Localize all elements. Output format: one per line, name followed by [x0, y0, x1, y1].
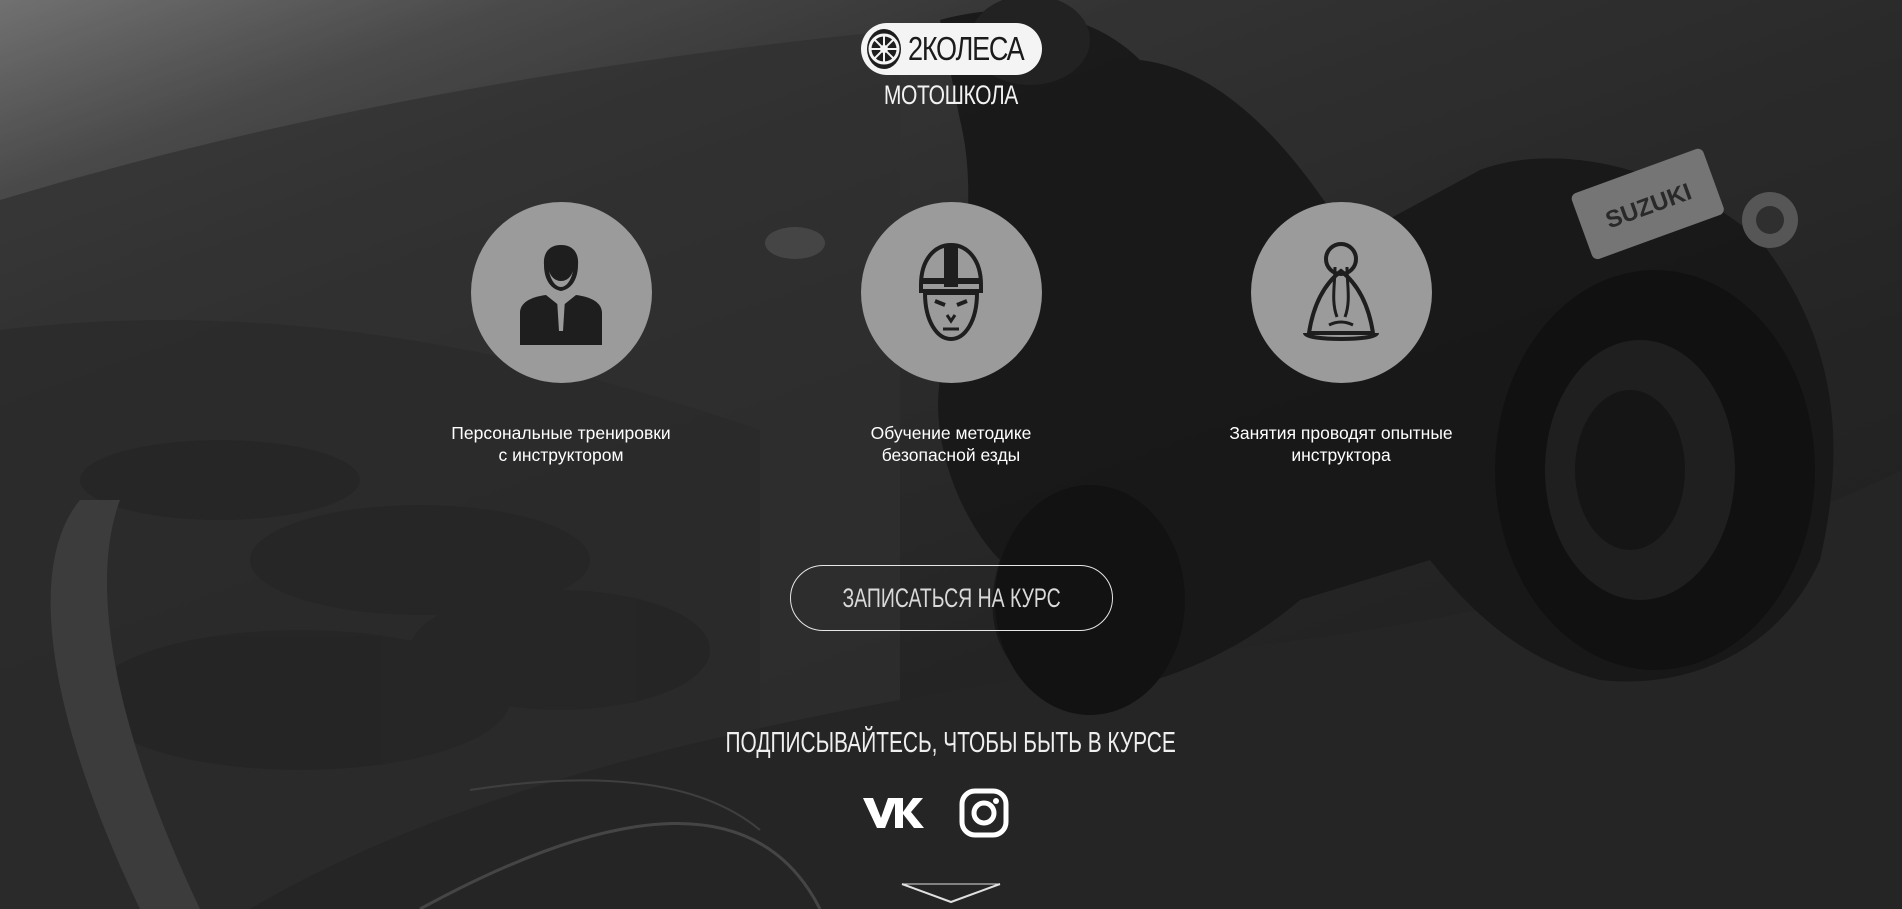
wheel-icon — [867, 29, 901, 69]
feature-caption: Обучение методике безопасной езды — [870, 423, 1032, 465]
feature-circle — [860, 202, 1042, 383]
feature-personal-training: Персональные тренировки с инструктором — [411, 202, 711, 466]
feature-circle — [470, 202, 652, 383]
feature-experienced-instructors: Занятия проводят опытные инструктора — [1191, 202, 1491, 466]
logo-text: 2КОЛЕСА — [908, 30, 1025, 67]
sage-icon — [1303, 241, 1379, 341]
feature-caption: Персональные тренировки с инструктором — [451, 423, 671, 465]
vk-icon[interactable] — [861, 794, 925, 837]
instagram-icon[interactable] — [959, 788, 1009, 843]
feature-circle — [1250, 202, 1432, 383]
feature-safe-riding: Обучение методике безопасной езды — [801, 202, 1101, 466]
logo[interactable]: 2КОЛЕСА — [861, 23, 1042, 75]
brand-subtitle: МОТОШКОЛА — [883, 80, 1019, 110]
scroll-down-icon[interactable] — [900, 882, 1002, 909]
feature-caption: Занятия проводят опытные инструктора — [1229, 423, 1453, 465]
social-links — [861, 788, 1009, 843]
helmet-rider-icon — [919, 242, 983, 341]
instructor-icon — [520, 244, 602, 345]
signup-course-button[interactable]: ЗАПИСАТЬСЯ НА КУРС — [790, 565, 1113, 631]
subscribe-heading: ПОДПИСЫВАЙТЕСЬ, ЧТОБЫ БЫТЬ В КУРСЕ — [725, 727, 1177, 759]
